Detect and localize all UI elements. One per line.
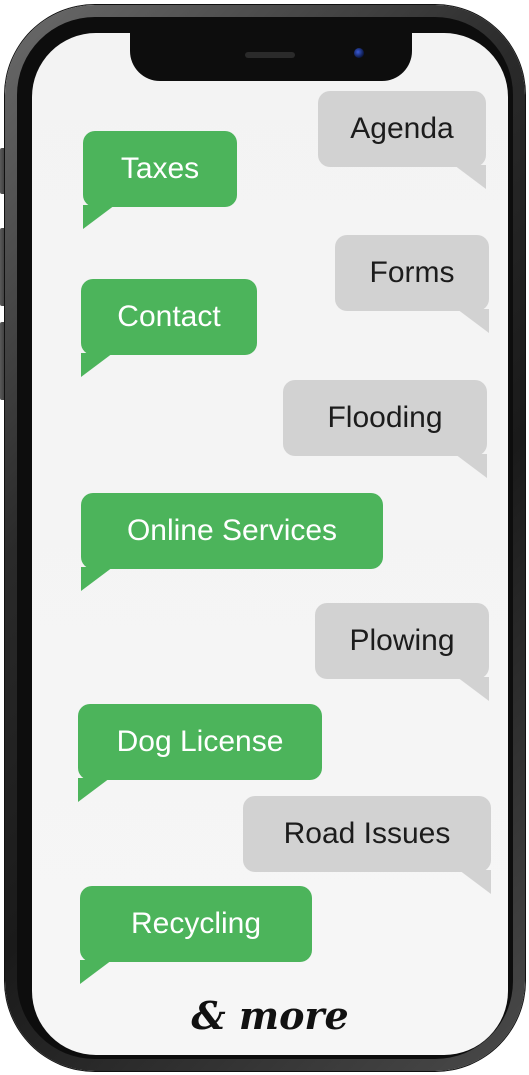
front-camera-icon xyxy=(354,48,364,58)
speech-tail xyxy=(81,567,113,591)
bubble-agenda[interactable]: Agenda xyxy=(318,91,486,189)
bubble-label: Forms xyxy=(369,256,455,289)
speaker-grille xyxy=(245,52,295,58)
phone-notch xyxy=(130,33,412,81)
phone-screen: Agenda Taxes Forms Contact Flooding Onli xyxy=(32,33,508,1055)
speech-tail xyxy=(454,165,486,189)
speech-tail xyxy=(459,870,491,894)
bubble-road-issues[interactable]: Road Issues xyxy=(243,796,491,894)
bubble-plowing[interactable]: Plowing xyxy=(315,603,489,701)
bubble-label: Flooding xyxy=(327,401,443,434)
bubble-label: Taxes xyxy=(120,152,200,185)
bubble-forms[interactable]: Forms xyxy=(335,235,489,333)
speech-tail xyxy=(457,677,489,701)
bubble-label: Contact xyxy=(117,300,221,333)
bubble-taxes[interactable]: Taxes xyxy=(83,131,237,229)
bubble-contact[interactable]: Contact xyxy=(81,279,257,377)
speech-tail xyxy=(78,778,110,802)
bubble-dog-license[interactable]: Dog License xyxy=(78,704,322,802)
phone-illustration: Agenda Taxes Forms Contact Flooding Onli xyxy=(0,0,529,1075)
speech-tail xyxy=(457,309,489,333)
bubble-label: Plowing xyxy=(349,624,455,657)
bubble-label: Road Issues xyxy=(283,817,451,850)
speech-tail xyxy=(81,353,113,377)
and-more-caption: & more xyxy=(191,993,349,1038)
bubble-label: Agenda xyxy=(350,112,454,145)
bubble-flooding[interactable]: Flooding xyxy=(283,380,487,478)
bubble-recycling[interactable]: Recycling xyxy=(80,886,312,984)
bubble-label: Online Services xyxy=(126,514,338,547)
bubble-online-services[interactable]: Online Services xyxy=(81,493,383,591)
bubble-label: Recycling xyxy=(130,907,262,940)
speech-tail xyxy=(80,960,112,984)
phone-frame: Agenda Taxes Forms Contact Flooding Onli xyxy=(5,5,525,1071)
speech-tail xyxy=(455,454,487,478)
speech-tail xyxy=(83,205,115,229)
bubble-label: Dog License xyxy=(116,725,284,758)
